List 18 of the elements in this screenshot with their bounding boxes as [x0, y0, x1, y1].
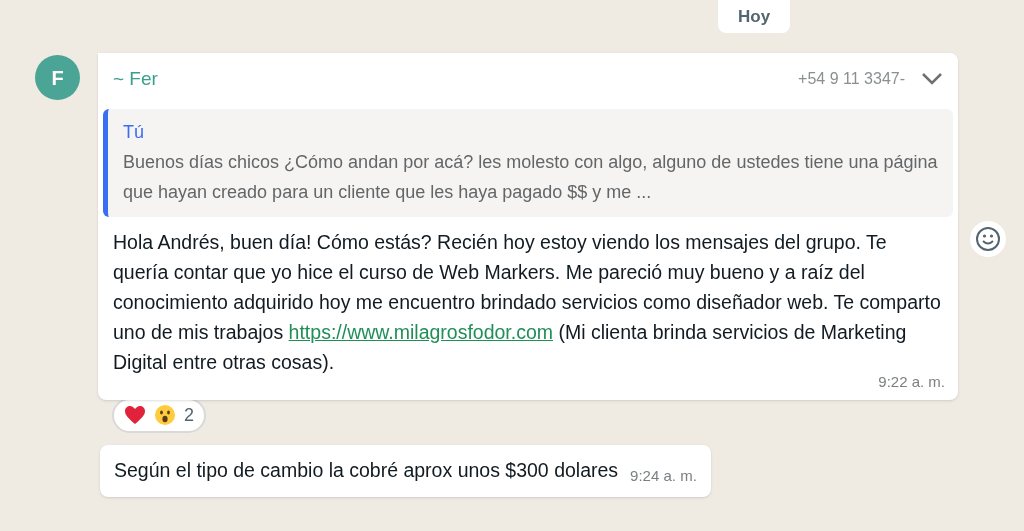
chevron-down-icon[interactable]	[921, 72, 943, 86]
emoji-button[interactable]	[970, 221, 1006, 257]
avatar[interactable]: F	[35, 55, 80, 100]
smiley-icon	[975, 226, 1001, 252]
message-text: Hola Andrés, buen día! Cómo estás? Recién hoy estoy viendo los mensajes del grupo. Te quería contar que yo hice el curso de Web Markers. Me pareció muy bueno y a raíz del conocimiento adquirido hoy me encuentro brindado servicios como diseñador web. Te comparto uno de mis trabajos https://www.milagrosfodor.com (Mi clienta brinda servicios de Marketing Digital entre otras cosas).	[112, 230, 942, 375]
message-text: Según el tipo de cambio la cobré aprox unos $300 dolares	[114, 457, 619, 483]
message-time: 9:24 a. m.	[630, 466, 697, 487]
link[interactable]: https://www.milagrosfodor.com	[288, 321, 554, 343]
reaction-count: 2	[184, 403, 194, 427]
surprised-face-icon	[154, 404, 176, 426]
sender-name[interactable]: ~ Fer	[113, 64, 158, 94]
quote-author: Tú	[123, 121, 145, 144]
heart-icon	[124, 405, 146, 425]
phone-number: +54 9 11 3347-	[798, 69, 905, 89]
quote-text: Buenos días chicos ¿Cómo andan por acá? les molesto con algo, alguno de ustedes tiene una página que hayan creado para un cliente que les haya pagado $$ y me ...	[123, 151, 938, 204]
date-chip: Hoy	[718, 0, 791, 33]
message-time: 9:22 a. m.	[878, 372, 945, 392]
quoted-message[interactable]: Tú Buenos días chicos ¿Cómo andan por acá? les molesto con algo, alguno de ustedes tiene una página que hayan creado para un cliente que les haya pagado $$ y me ...	[103, 109, 953, 217]
